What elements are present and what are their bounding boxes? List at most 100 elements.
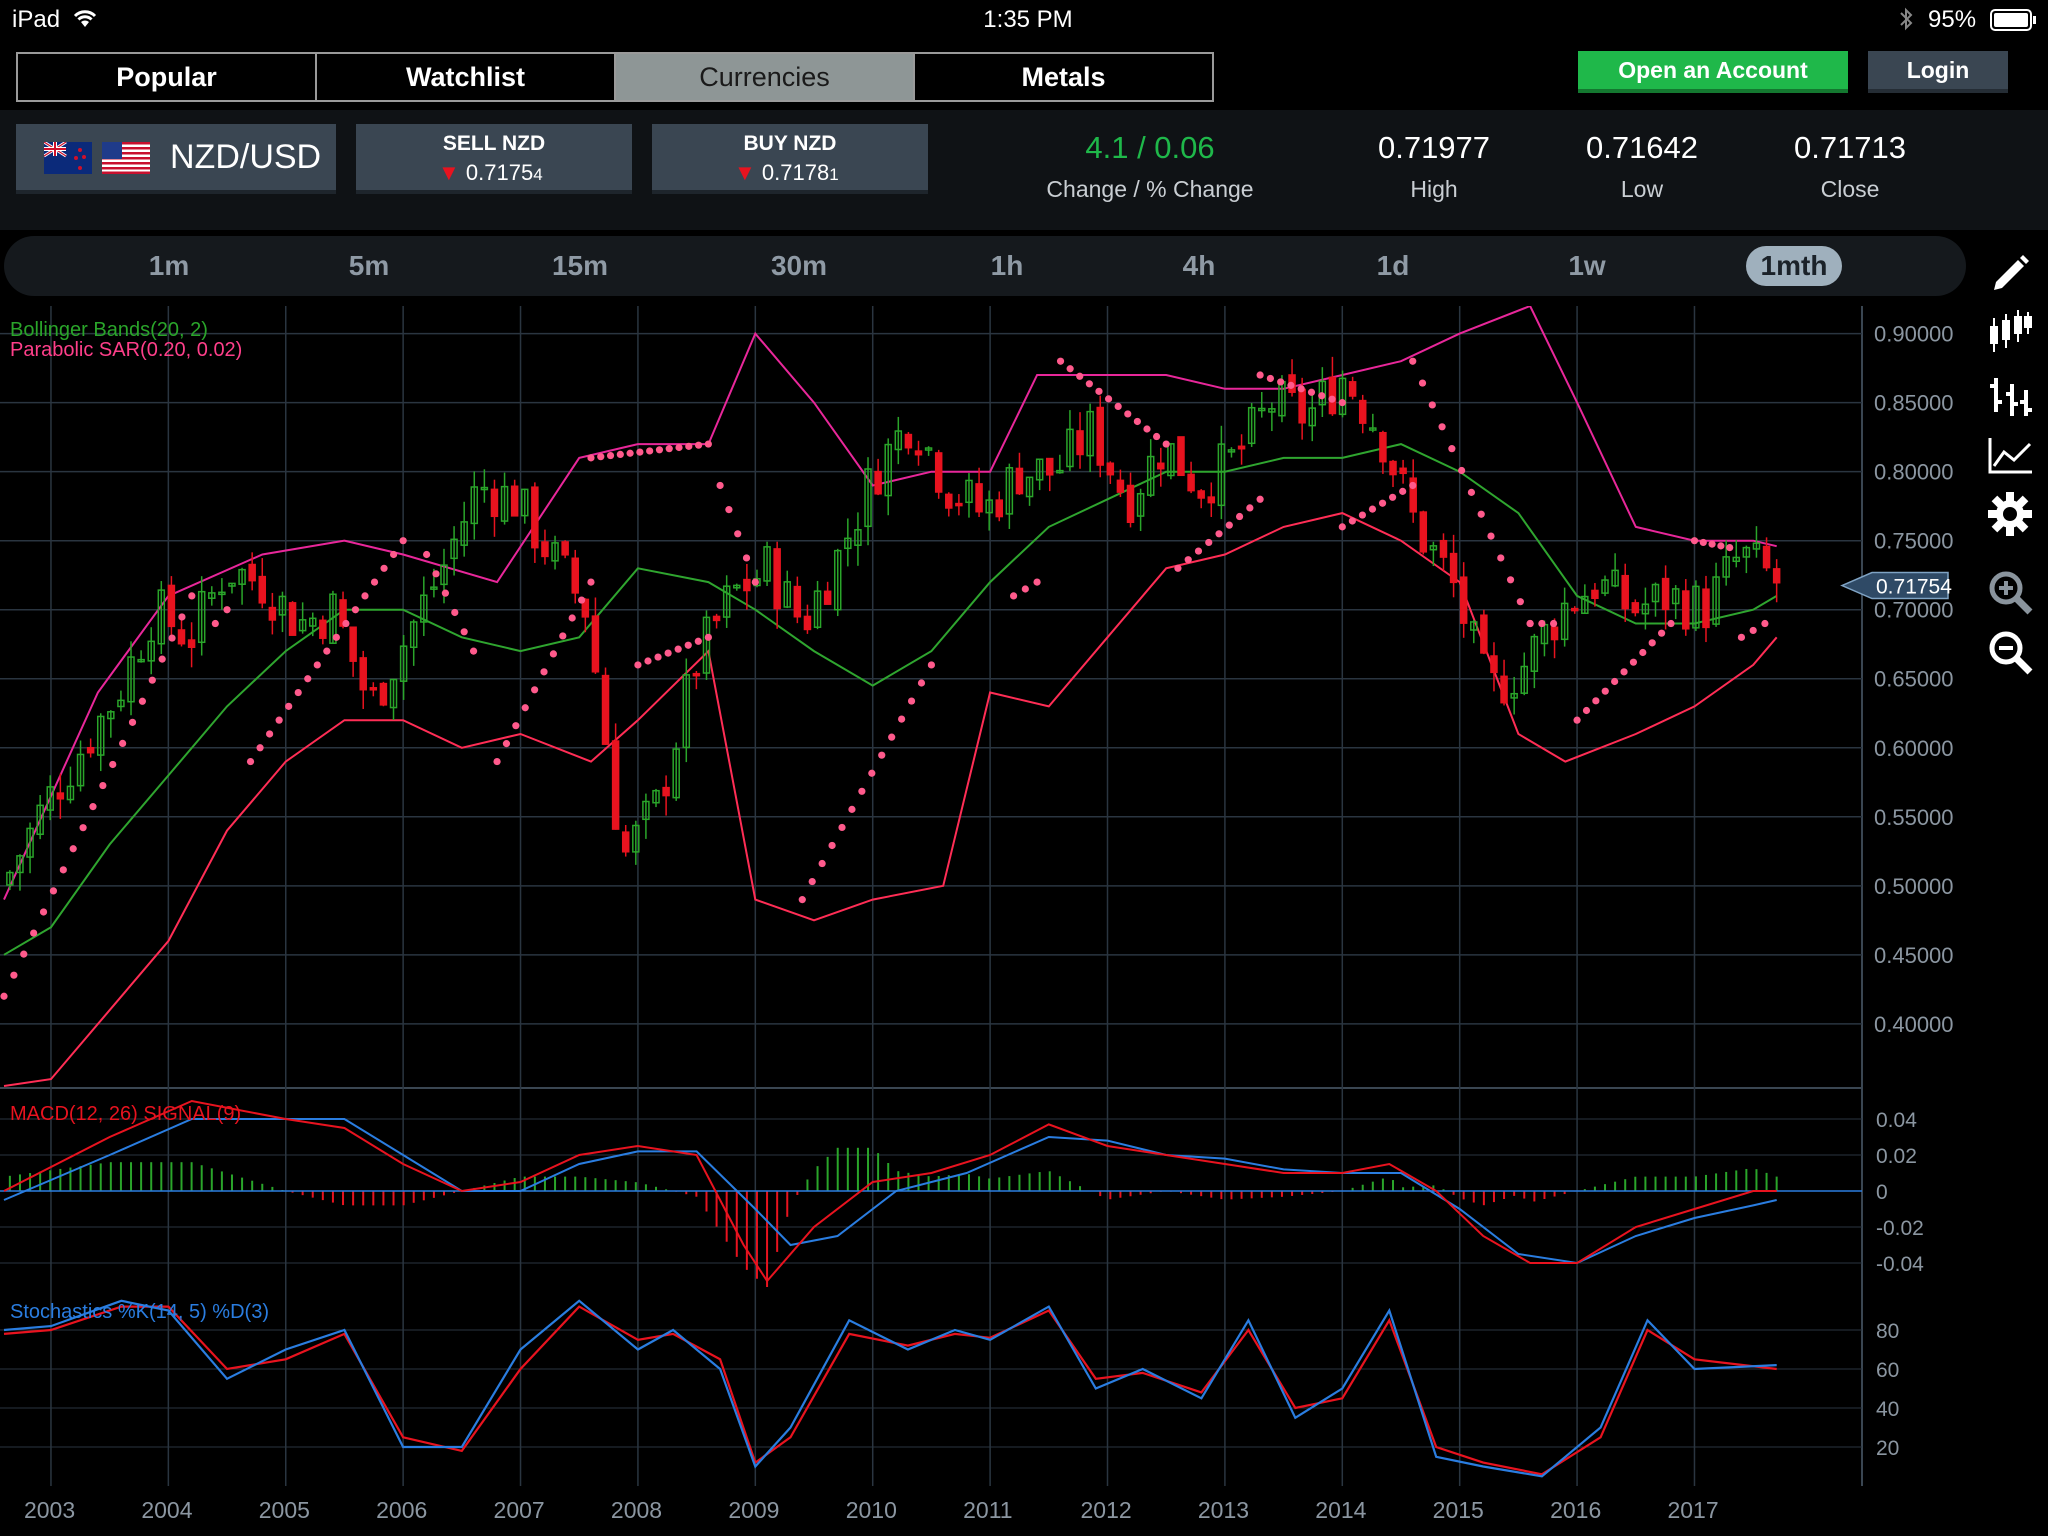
- timeframe-1mth[interactable]: 1mth: [1746, 246, 1842, 286]
- price-tick-label: 0.45000: [1874, 943, 1954, 968]
- tab-currencies[interactable]: Currencies: [616, 54, 915, 100]
- sar-dot: [1428, 401, 1436, 409]
- sar-dot: [1582, 706, 1591, 715]
- price-tick-label: 0.50000: [1874, 874, 1954, 899]
- candle-body: [904, 433, 913, 449]
- sar-dot: [323, 647, 331, 655]
- pencil-icon[interactable]: [1986, 250, 2034, 298]
- sar-dot: [39, 908, 48, 916]
- timeframe-1d[interactable]: 1d: [1348, 246, 1438, 286]
- sar-dot: [1620, 668, 1628, 676]
- sar-dot: [1235, 512, 1244, 521]
- sar-dot: [531, 686, 539, 694]
- sar-dot: [178, 613, 186, 621]
- sell-button[interactable]: SELL NZD ▼ 0.71754: [356, 124, 632, 194]
- sar-dot: [606, 451, 615, 460]
- sar-dot: [451, 608, 459, 617]
- buy-price: 0.7178: [761, 160, 830, 185]
- price-tick-label: 0.40000: [1874, 1012, 1954, 1037]
- sar-dot: [1418, 379, 1427, 387]
- tab-metals[interactable]: Metals: [915, 54, 1212, 100]
- instrument-pair: NZD/USD: [170, 138, 322, 176]
- instrument-selector[interactable]: NZD/USD: [16, 124, 336, 194]
- sar-dot: [1076, 372, 1084, 380]
- login-button[interactable]: Login: [1868, 51, 2008, 93]
- sar-dot: [1225, 521, 1233, 529]
- timeframe-15m[interactable]: 15m: [530, 246, 630, 286]
- timeframe-5m[interactable]: 5m: [324, 246, 414, 286]
- sar-dot: [828, 841, 836, 850]
- year-tick-label: 2009: [728, 1497, 779, 1523]
- candle-body: [1419, 511, 1428, 553]
- candle-body: [601, 674, 610, 745]
- timeframe-1w[interactable]: 1w: [1542, 246, 1632, 286]
- down-arrow-icon: ▼: [734, 160, 756, 185]
- sar-dot: [1174, 564, 1182, 572]
- candle-body: [1682, 590, 1690, 630]
- high-value: 0.71977: [1377, 130, 1491, 165]
- sar-dot: [1184, 556, 1192, 564]
- sar-dot: [1009, 592, 1018, 600]
- sar-dot: [597, 453, 605, 461]
- sar-dot: [1601, 687, 1609, 695]
- sar-dot: [577, 596, 586, 604]
- sar-dot: [1133, 417, 1141, 426]
- sar-dot: [313, 661, 321, 669]
- candle-body: [1015, 467, 1024, 495]
- sar-dot: [59, 866, 67, 874]
- gear-icon[interactable]: [1986, 490, 2034, 538]
- zoom-in-icon[interactable]: [1986, 568, 2034, 616]
- sar-dot: [1318, 392, 1326, 400]
- sell-pip: 4: [533, 165, 543, 184]
- sell-label: SELL NZD: [442, 132, 546, 155]
- candle-body: [975, 483, 983, 513]
- candle-body: [1237, 445, 1246, 450]
- candle-body: [712, 615, 721, 622]
- sar-dot: [1338, 399, 1346, 407]
- sar-dot: [1399, 487, 1407, 495]
- sar-dot: [128, 718, 137, 726]
- candle-body: [1631, 602, 1640, 614]
- sar-dot: [399, 537, 407, 545]
- sar-dot: [1095, 387, 1103, 395]
- sar-dot: [1409, 357, 1417, 365]
- sar-dot: [664, 649, 672, 657]
- sell-quote: ▼ 0.71754: [438, 160, 543, 186]
- timeframe-1m[interactable]: 1m: [124, 246, 214, 286]
- open-account-button[interactable]: Open an Account: [1578, 51, 1848, 93]
- sar-dot: [704, 633, 712, 641]
- bar-ohlc-icon[interactable]: [1986, 372, 2034, 420]
- stoch-tick-label: 20: [1876, 1437, 1899, 1460]
- price-chart[interactable]: 0.90000 0.85000 0.80000 0.75000 0.70000 0.650…: [0, 306, 1968, 1536]
- down-arrow-icon: ▼: [438, 160, 460, 185]
- price-tick-label: 0.65000: [1874, 667, 1954, 692]
- candlestick-icon[interactable]: [1986, 308, 2034, 356]
- chart-background: [0, 306, 1862, 1486]
- zoom-out-icon[interactable]: [1986, 628, 2034, 676]
- candle-body: [1379, 431, 1387, 463]
- tab-popular[interactable]: Popular: [18, 54, 317, 100]
- sar-dot: [211, 619, 219, 628]
- candle-body: [561, 541, 569, 556]
- sar-dot: [1104, 395, 1113, 403]
- sar-dot: [1085, 380, 1093, 388]
- sar-dot: [342, 619, 350, 628]
- sar-dot: [1497, 554, 1505, 562]
- sar-dot: [432, 570, 440, 578]
- stoch-tick-label: 60: [1876, 1359, 1899, 1382]
- candle-body: [743, 578, 751, 592]
- timeframe-30m[interactable]: 30m: [744, 246, 854, 286]
- candle-body: [319, 619, 327, 639]
- timeframe-4h[interactable]: 4h: [1154, 246, 1244, 286]
- line-chart-icon[interactable]: [1986, 430, 2034, 478]
- candle-body: [945, 493, 953, 509]
- sar-dot: [716, 481, 724, 490]
- candle-body: [793, 585, 802, 618]
- sar-dot: [654, 653, 662, 661]
- buy-button[interactable]: BUY NZD ▼ 0.71781: [652, 124, 928, 194]
- timeframe-1h[interactable]: 1h: [962, 246, 1052, 286]
- legend-macd: MACD(12, 26) SIGNAL(9): [10, 1103, 241, 1125]
- candle-body: [1298, 388, 1306, 424]
- tab-watchlist[interactable]: Watchlist: [317, 54, 616, 100]
- sar-dot: [646, 447, 654, 455]
